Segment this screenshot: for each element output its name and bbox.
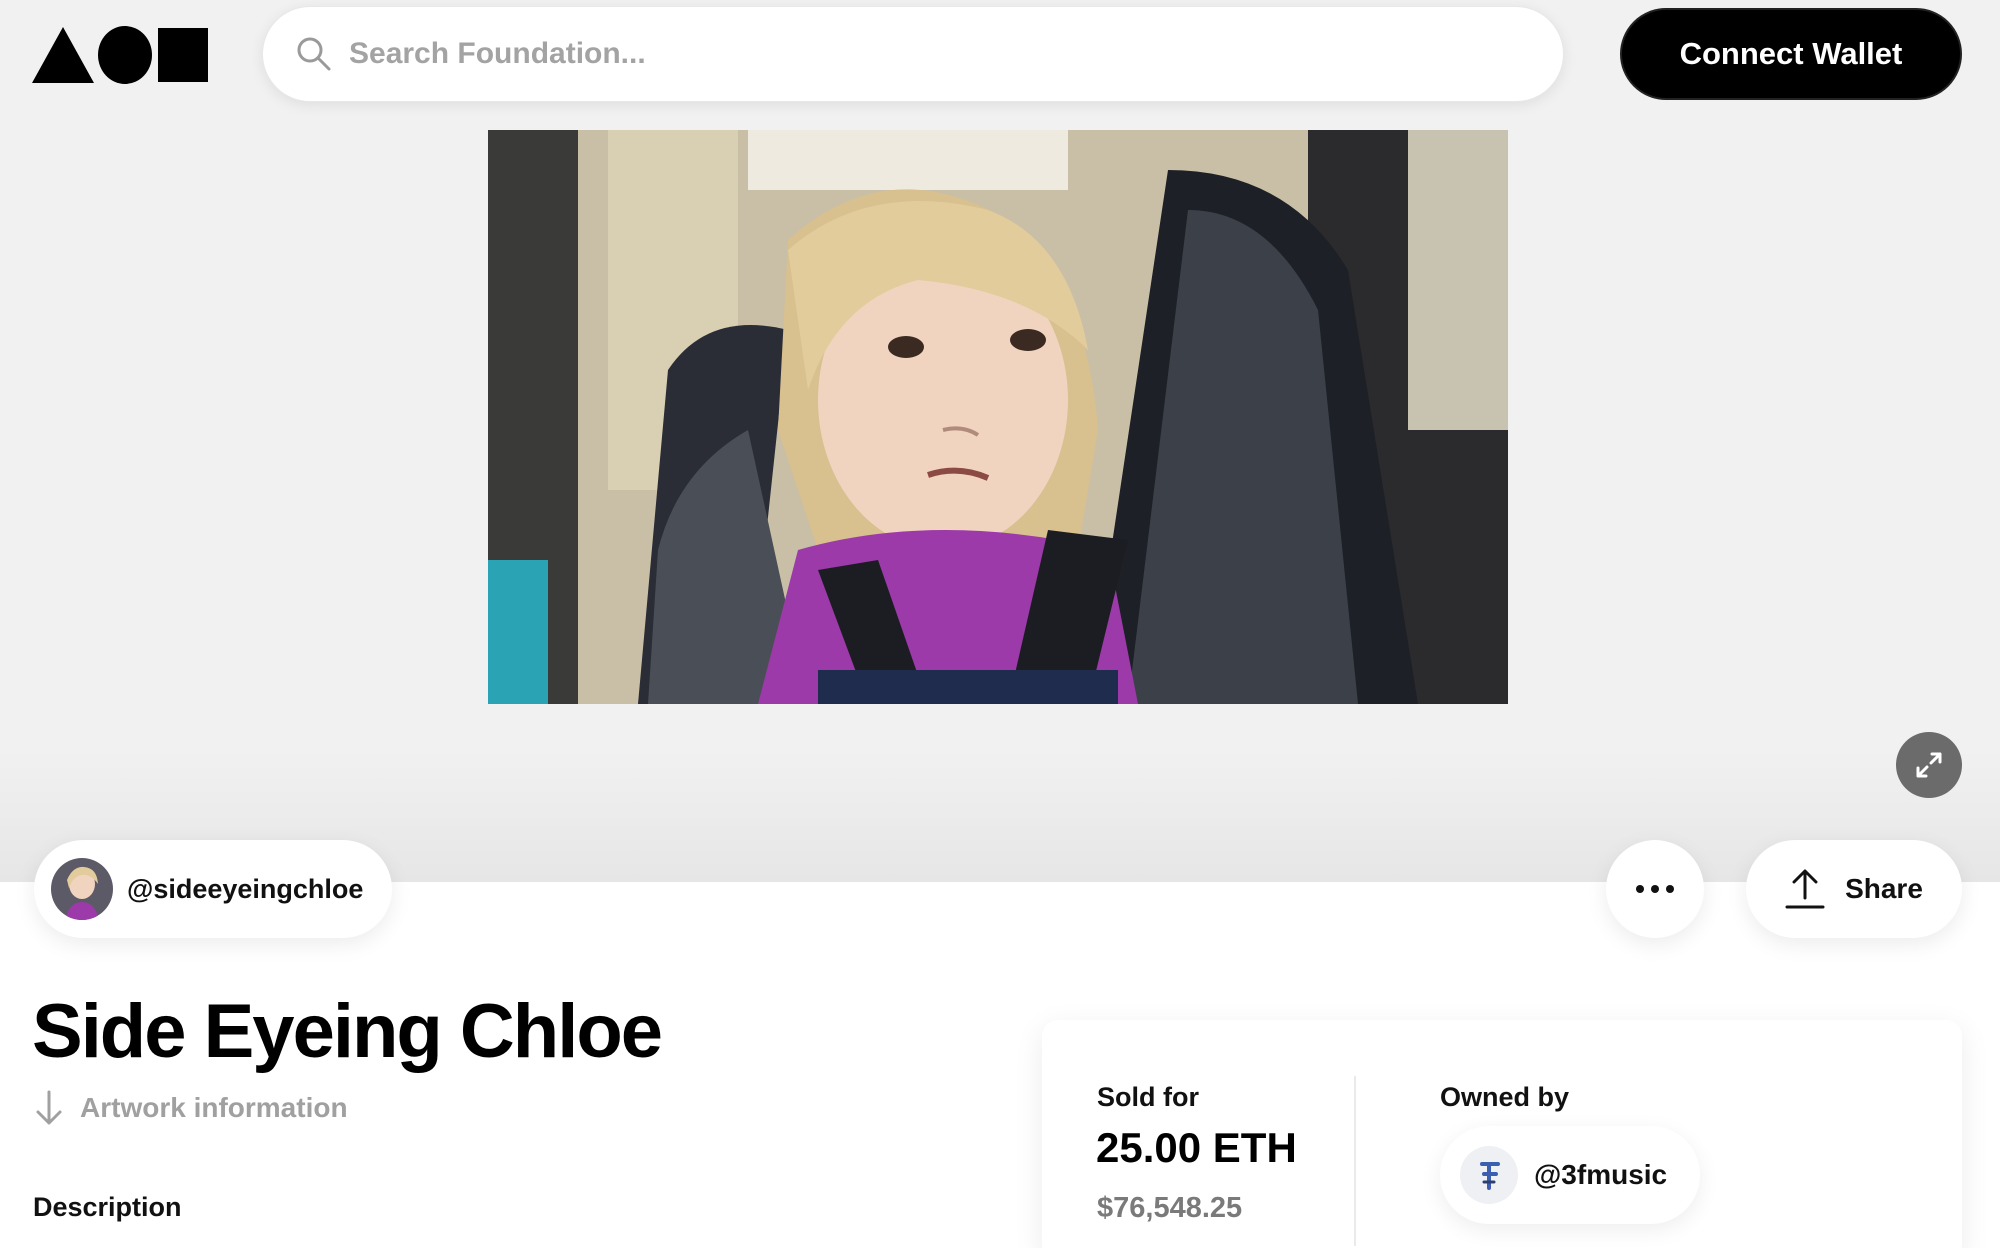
artwork-information-link[interactable]: Artwork information bbox=[34, 1090, 348, 1126]
search-input[interactable] bbox=[349, 37, 1449, 71]
share-button[interactable]: Share bbox=[1746, 840, 1962, 938]
sold-price-eth: 25.00 ETH bbox=[1096, 1124, 1297, 1171]
search-bar[interactable] bbox=[262, 6, 1564, 102]
sale-info-card: Sold for 25.00 ETH $76,548.25 Owned by @… bbox=[1042, 1020, 1962, 1248]
square-icon bbox=[157, 28, 208, 82]
creator-profile-link[interactable]: @sideeyeingchloe bbox=[34, 840, 392, 938]
artwork-info-label: Artwork information bbox=[80, 1092, 348, 1123]
more-dots-icon bbox=[1636, 885, 1644, 893]
triangle-icon bbox=[32, 27, 94, 83]
description-heading: Description bbox=[33, 1192, 182, 1222]
share-upload-icon bbox=[1785, 869, 1825, 909]
owner-avatar bbox=[1460, 1146, 1518, 1204]
owned-by-label: Owned by bbox=[1440, 1082, 1570, 1112]
search-icon bbox=[295, 35, 333, 73]
foundation-logo[interactable] bbox=[32, 26, 208, 84]
arrow-down-icon bbox=[36, 1090, 62, 1125]
more-options-button[interactable] bbox=[1606, 840, 1704, 938]
expand-icon bbox=[1916, 752, 1942, 778]
owner-profile-link[interactable]: @3fmusic bbox=[1440, 1126, 1700, 1224]
circle-icon bbox=[98, 26, 152, 84]
creator-username: @sideeyeingchloe bbox=[127, 873, 364, 904]
sold-price-usd: $76,548.25 bbox=[1097, 1192, 1243, 1224]
owner-username: @3fmusic bbox=[1534, 1159, 1668, 1190]
page-title: Side Eyeing Chloe bbox=[32, 989, 663, 1074]
expand-fullscreen-button[interactable] bbox=[1896, 732, 1962, 798]
artwork-image[interactable] bbox=[488, 130, 1508, 704]
divider bbox=[1354, 1076, 1356, 1246]
share-label: Share bbox=[1845, 873, 1923, 904]
avatar bbox=[51, 858, 113, 920]
connect-wallet-button[interactable]: Connect Wallet bbox=[1620, 8, 1962, 100]
sold-for-label: Sold for bbox=[1097, 1082, 1199, 1112]
owner-logo-icon bbox=[1480, 1162, 1500, 1190]
